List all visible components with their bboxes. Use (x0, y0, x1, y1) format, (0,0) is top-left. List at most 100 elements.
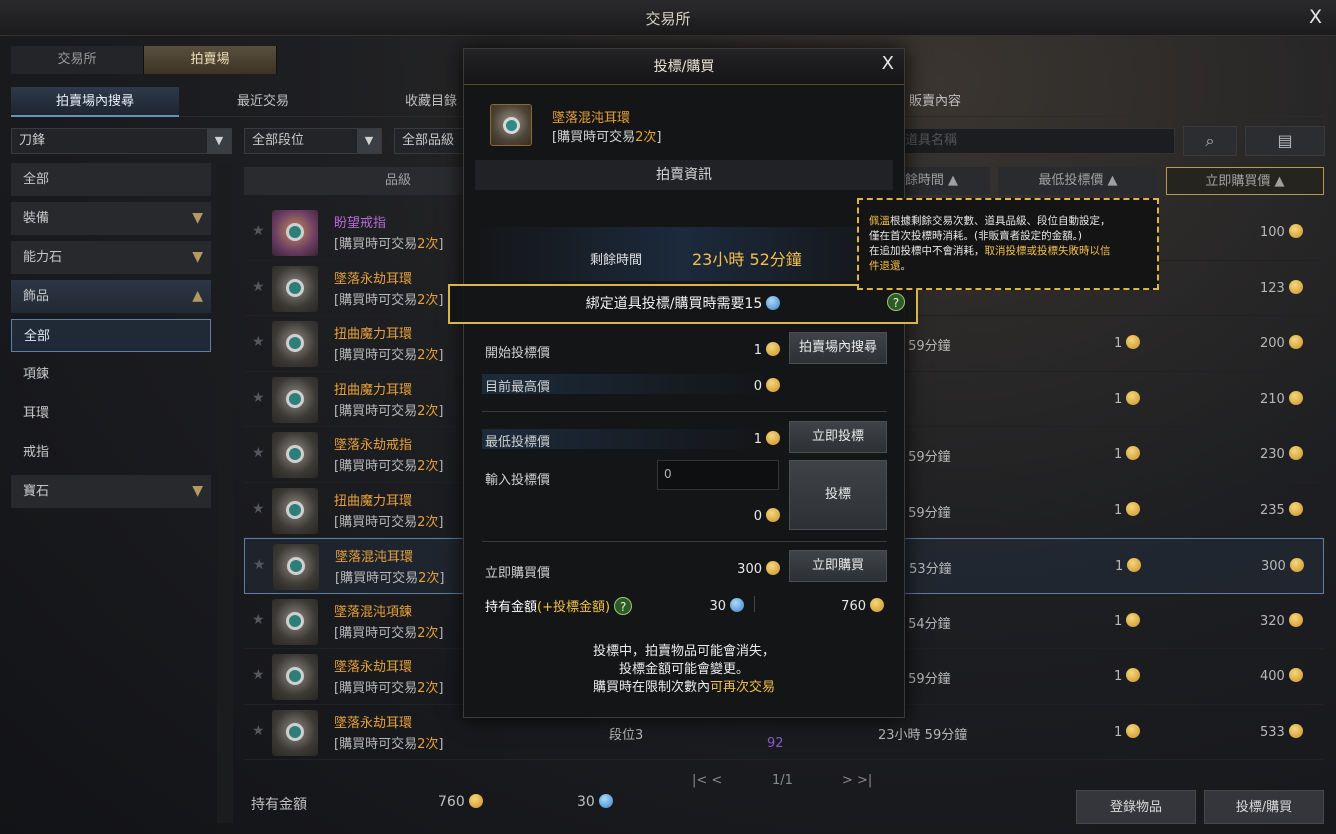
pager-next-icon[interactable]: > >| (842, 773, 872, 788)
tab-exchange[interactable]: 交易所 (11, 46, 144, 74)
buyout-amount: 100 (1260, 225, 1285, 240)
item-name: 墜落混沌耳環 (335, 550, 414, 565)
min-bid-amount: 1 (1114, 447, 1123, 462)
item-icon (272, 432, 318, 478)
tier-select-value: 全部段位 (252, 133, 305, 148)
help-icon[interactable]: ? (614, 597, 633, 615)
trade-times: 2次 (417, 292, 439, 308)
bid-amount-input[interactable]: 0 (657, 460, 779, 490)
favorite-star-icon[interactable]: ★ (252, 612, 265, 628)
favorite-star-icon[interactable]: ★ (252, 723, 265, 739)
favorite-star-icon[interactable]: ★ (252, 279, 265, 295)
subtab-search[interactable]: 拍賣場內搜尋 (11, 87, 179, 117)
notice-line-1: 投標中，拍賣物品可能會消失， (592, 644, 775, 659)
tier-select[interactable]: 全部段位 ▼ (244, 128, 382, 154)
pager-prev-icon[interactable]: |< < (692, 773, 722, 788)
footer-gold-value: 760 (438, 794, 465, 810)
gem-icon (286, 389, 304, 408)
favorite-star-icon[interactable]: ★ (252, 445, 265, 461)
min-bid-amount: 1 (1114, 613, 1123, 629)
bid-button[interactable]: 投標 (789, 460, 887, 530)
chevron-down-icon: ▼ (192, 483, 203, 499)
grade-select-value: 全部品級 (402, 133, 455, 148)
auction-info-header: 拍賣資訊 (475, 160, 893, 190)
subtab-recent[interactable]: 最近交易 (179, 87, 347, 117)
sidebar-item-all[interactable]: 全部 (11, 163, 211, 196)
sidebar-item-label: 能力石 (23, 250, 63, 265)
page-indicator: 1/1 (772, 773, 793, 788)
notice-line-3-text: 購買時在限制次數內 (592, 680, 710, 695)
notice-line-2: 投標金額可能會變更。 (618, 662, 749, 677)
buyout-cell: 533 (1260, 723, 1303, 740)
gold-coin-icon (1126, 668, 1141, 682)
bid-buy-button[interactable]: 投標/購買 (1204, 790, 1324, 824)
sidebar-item-gem[interactable]: 寶石 ▼ (11, 475, 211, 508)
sidebar-item-necklace[interactable]: 項鍊 (11, 358, 211, 391)
auction-search-button[interactable]: 拍賣場內搜尋 (789, 332, 887, 364)
item-icon (272, 709, 318, 756)
min-bid-amount: 1 (1114, 336, 1123, 351)
favorite-star-icon[interactable]: ★ (252, 223, 265, 239)
sidebar-item-equipment[interactable]: 裝備 ▼ (11, 202, 211, 235)
sidebar-item-accessories[interactable]: 飾品 ▲ (11, 280, 211, 313)
tooltip-highlight: 件退還 (869, 260, 901, 272)
register-item-button[interactable]: 登錄物品 (1076, 790, 1196, 824)
trade-text: [購買時可交易 (334, 514, 418, 530)
item-trade-info: [購買時可交易2次] (334, 677, 443, 696)
favorite-star-icon[interactable]: ★ (253, 557, 266, 573)
sidebar-item-label: 寶石 (23, 484, 50, 499)
buyout-amount: 320 (1260, 613, 1285, 629)
favorite-star-icon[interactable]: ★ (252, 501, 265, 517)
buyout-cell: 320 (1260, 612, 1303, 629)
sidebar-item-label: 裝備 (23, 211, 50, 226)
favorite-star-icon[interactable]: ★ (252, 390, 265, 406)
buyout-amount: 235 (1260, 502, 1285, 518)
help-button[interactable]: ? (887, 293, 905, 311)
tooltip-text: 。 (900, 260, 912, 272)
trade-close: ] (439, 571, 445, 586)
instant-bid-button[interactable]: 立即投標 (789, 421, 887, 453)
sidebar-item-ability-stone[interactable]: 能力石 ▼ (11, 241, 211, 274)
divider (482, 541, 887, 542)
tooltip-text: 僅在首次投標時消耗。(非販賣者設定的金額。) (869, 230, 1082, 242)
advanced-search-button[interactable]: ▤ (1245, 126, 1325, 156)
remaining-time-value: 23小時 52分鐘 (692, 250, 802, 269)
buyout-button[interactable]: 立即購買 (789, 550, 887, 582)
gold-coin-icon (1127, 558, 1142, 572)
favorite-star-icon[interactable]: ★ (252, 334, 265, 350)
sidebar-item-accessories-all[interactable]: 全部 (11, 319, 211, 352)
main-tabs: 交易所 拍賣場 (11, 46, 277, 74)
gold-coin-icon (1288, 723, 1303, 738)
grade-select[interactable]: 全部品級 (394, 128, 464, 154)
item-name: 盼望戒指 (334, 216, 387, 231)
tab-auction[interactable]: 拍賣場 (144, 46, 277, 74)
holding-extra-text: (+投標金額) (537, 600, 611, 615)
holding-label: 持有金額(+投標金額) ? (485, 596, 633, 615)
gold-coin-icon (1126, 390, 1141, 405)
trade-close: ] (438, 459, 444, 474)
favorite-star-icon[interactable]: ★ (252, 667, 265, 683)
gold-coin-icon (766, 561, 780, 575)
buyout-cell: 200 (1260, 335, 1303, 351)
class-select[interactable]: 刀鋒 ▼ (11, 128, 232, 154)
header-min-bid[interactable]: 最低投標價 ▲ (998, 167, 1158, 195)
min-bid-cell: 1 (1114, 612, 1141, 629)
sidebar-item-label: 耳環 (23, 406, 50, 421)
search-button[interactable]: ⌕ (1183, 126, 1237, 156)
footer-gold: 760 (438, 794, 483, 810)
close-icon[interactable]: X (882, 53, 894, 74)
item-name: 扭曲魔力耳環 (334, 327, 413, 342)
bid-total-value: 0 (704, 508, 780, 524)
sidebar-item-ring[interactable]: 戒指 (11, 436, 211, 469)
sidebar-item-earring[interactable]: 耳環 (11, 397, 211, 430)
header-buyout[interactable]: 立即購買價 ▲ (1166, 167, 1324, 195)
gold-coin-icon (1288, 668, 1303, 682)
item-icon (272, 376, 318, 423)
close-icon[interactable]: X (1309, 6, 1322, 28)
help-tooltip: 佩溫根據剩餘交易次數、道具品級、段位自動設定， 僅在首次投標時消耗。(非販賣者設… (857, 198, 1159, 290)
trade-close: ] (438, 736, 444, 752)
gold-coin-icon (1288, 446, 1303, 460)
min-bid-value: 1 (704, 431, 780, 447)
sidebar-scrollbar[interactable] (217, 163, 233, 823)
min-bid-cell: 1 (1114, 335, 1141, 351)
